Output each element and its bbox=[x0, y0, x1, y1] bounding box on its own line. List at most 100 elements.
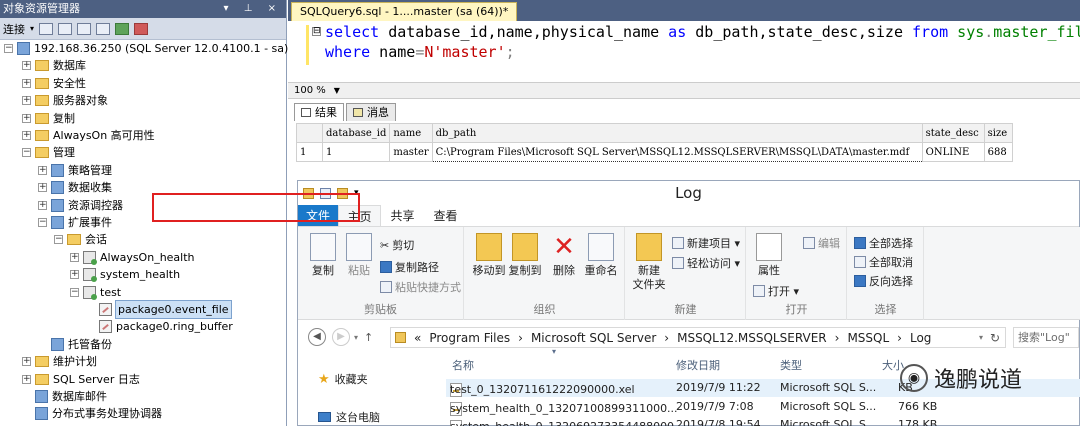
tree-node[interactable]: + SQL Server 日志 bbox=[22, 371, 140, 388]
expand-toggle-icon[interactable]: + bbox=[22, 357, 31, 367]
grid-cell[interactable]: master bbox=[389, 142, 433, 162]
sql-editor[interactable]: ⊟ select database_id,name,physical_name … bbox=[288, 21, 1080, 83]
expand-toggle-icon[interactable]: + bbox=[22, 96, 31, 106]
tree-node[interactable]: package0.ring_buffer bbox=[86, 318, 233, 335]
connect-engine-icon[interactable] bbox=[39, 22, 54, 35]
tree-node[interactable]: + 复制 bbox=[22, 110, 75, 127]
copy-to-button[interactable]: 复制到 bbox=[507, 233, 543, 278]
expand-toggle-icon[interactable]: + bbox=[22, 374, 31, 384]
breadcrumb[interactable]: « Program Files › Microsoft SQL Server › M… bbox=[390, 327, 1006, 348]
cut-button[interactable]: ✂ 剪切 bbox=[380, 237, 414, 253]
search-input[interactable]: 搜索"Log" bbox=[1013, 327, 1079, 348]
grid-column-header[interactable]: state_desc bbox=[921, 123, 985, 143]
open-button[interactable]: 打开 ▾ bbox=[753, 283, 799, 299]
disconnect-icon[interactable] bbox=[58, 22, 73, 35]
crumb-microsoft-sql-server[interactable]: Microsoft SQL Server bbox=[531, 331, 656, 345]
paste-button[interactable]: 粘贴 bbox=[342, 233, 376, 278]
grid-column-header[interactable]: database_id bbox=[321, 123, 391, 143]
expand-toggle-icon[interactable]: + bbox=[22, 113, 31, 123]
expand-toggle-icon[interactable]: + bbox=[70, 252, 79, 262]
tree-node[interactable]: + 数据库 bbox=[22, 57, 86, 74]
new-item-button[interactable]: 新建项目 ▾ bbox=[672, 235, 740, 251]
tab-share[interactable]: 共享 bbox=[381, 205, 424, 226]
refresh-icon[interactable] bbox=[115, 22, 130, 35]
grid-cell[interactable]: C:\Program Files\Microsoft SQL Server\MS… bbox=[431, 142, 923, 162]
crumb-mssql[interactable]: MSSQL bbox=[847, 331, 889, 345]
expand-toggle-icon[interactable]: + bbox=[38, 200, 47, 210]
refresh-icon[interactable]: ↻ bbox=[990, 331, 1000, 345]
crumb-program-files[interactable]: Program Files bbox=[429, 331, 510, 345]
expand-toggle-icon[interactable]: + bbox=[70, 270, 79, 280]
query-tab[interactable]: SQLQuery6.sql - 1....master (sa (64))* bbox=[291, 2, 518, 21]
tree-node[interactable]: + AlwaysOn_health bbox=[70, 249, 195, 266]
tree-node[interactable]: − test bbox=[70, 284, 121, 301]
connect-button[interactable]: 连接 bbox=[3, 21, 25, 37]
nav-this-pc[interactable]: 这台电脑 bbox=[318, 409, 380, 425]
edit-button[interactable]: 编辑 bbox=[803, 235, 840, 251]
rename-button[interactable]: 重命名 bbox=[581, 233, 621, 278]
copy-path-button[interactable]: 复制路径 bbox=[380, 259, 439, 275]
grid-cell[interactable]: 688 bbox=[983, 142, 1013, 162]
move-to-button[interactable]: 移动到 bbox=[471, 233, 507, 278]
crumb-mssql12[interactable]: MSSQL12.MSSQLSERVER bbox=[677, 331, 827, 345]
column-name[interactable]: 名称 bbox=[452, 357, 474, 373]
file-row[interactable]: system_health_0_13207100899311000... 2019… bbox=[446, 398, 1080, 416]
zoom-dropdown-icon[interactable]: ▼ bbox=[334, 83, 340, 99]
tree-node[interactable]: 分布式事务处理协调器 bbox=[22, 405, 162, 422]
grid-cell[interactable]: 1 bbox=[296, 142, 323, 162]
copy-button[interactable]: 复制 bbox=[306, 233, 340, 278]
tab-view[interactable]: 查看 bbox=[424, 205, 467, 226]
grid-cell[interactable]: ONLINE bbox=[921, 142, 985, 162]
tree-node[interactable]: − 192.168.36.250 (SQL Server 12.0.4100.1 … bbox=[4, 40, 288, 57]
select-none-button[interactable]: 全部取消 bbox=[854, 254, 913, 270]
expand-toggle-icon[interactable]: − bbox=[22, 148, 31, 158]
tree-node[interactable]: − 管理 bbox=[22, 144, 75, 161]
properties-button[interactable]: 属性 bbox=[751, 233, 787, 278]
grid-column-header[interactable]: name bbox=[389, 123, 433, 143]
tree-node[interactable]: + 安全性 bbox=[22, 75, 86, 92]
activity-monitor-icon[interactable] bbox=[134, 22, 149, 35]
tree-node[interactable]: + 维护计划 bbox=[22, 353, 97, 370]
expand-toggle-icon[interactable]: + bbox=[22, 61, 31, 71]
tree-node[interactable]: + AlwaysOn 高可用性 bbox=[22, 127, 155, 144]
back-button[interactable]: ◀ bbox=[308, 328, 326, 346]
grid-column-header[interactable] bbox=[296, 123, 323, 143]
tree-node[interactable]: − 扩展事件 bbox=[38, 214, 112, 231]
select-all-button[interactable]: 全部选择 bbox=[854, 235, 913, 251]
crumb-log[interactable]: Log bbox=[910, 331, 931, 345]
zoom-level[interactable]: 100 % bbox=[294, 85, 326, 96]
file-row[interactable]: system_health_0_132069273354488000...201… bbox=[446, 416, 1080, 426]
forward-button[interactable]: ▶ bbox=[332, 328, 350, 346]
grid-column-header[interactable]: size bbox=[983, 123, 1013, 143]
expand-toggle-icon[interactable]: − bbox=[70, 287, 79, 297]
expand-toggle-icon[interactable]: − bbox=[54, 235, 63, 245]
connect-dropdown-icon[interactable]: ▾ bbox=[30, 24, 34, 33]
stop-icon[interactable] bbox=[77, 22, 92, 35]
easy-access-button[interactable]: 轻松访问 ▾ bbox=[672, 255, 740, 271]
tree-node[interactable]: + 数据收集 bbox=[38, 179, 112, 196]
tab-messages[interactable]: 消息 bbox=[346, 103, 396, 121]
expand-toggle-icon[interactable]: + bbox=[22, 131, 31, 140]
expand-toggle-icon[interactable]: + bbox=[38, 165, 47, 175]
filter-icon[interactable] bbox=[96, 22, 111, 35]
recent-dropdown-icon[interactable]: ▾ bbox=[354, 333, 358, 342]
tree-node[interactable]: + 资源调控器 bbox=[38, 197, 123, 214]
expand-toggle-icon[interactable]: − bbox=[38, 218, 47, 227]
expand-toggle-icon[interactable]: − bbox=[4, 44, 13, 53]
tree-node[interactable]: + system_health bbox=[70, 266, 180, 283]
new-folder-button[interactable]: 新建 文件夹 bbox=[630, 233, 668, 292]
tree-node[interactable]: 数据库邮件 bbox=[22, 388, 107, 405]
delete-button[interactable]: ✕ 删除 bbox=[549, 233, 579, 278]
up-arrow-icon[interactable]: ↑ bbox=[364, 331, 373, 344]
panel-controls[interactable]: ▾ ⊥ × bbox=[224, 0, 282, 18]
address-dropdown-icon[interactable]: ▾ bbox=[979, 333, 983, 342]
paste-shortcut-button[interactable]: 粘贴快捷方式 bbox=[380, 279, 461, 295]
fold-toggle-icon[interactable]: ⊟ bbox=[312, 27, 321, 36]
column-type[interactable]: 类型 bbox=[780, 357, 802, 373]
tab-results[interactable]: 结果 bbox=[294, 103, 344, 121]
invert-selection-button[interactable]: 反向选择 bbox=[854, 273, 913, 289]
grid-cell[interactable]: 1 bbox=[321, 142, 391, 162]
grid-column-header[interactable]: db_path bbox=[431, 123, 923, 143]
tree-node[interactable]: 托管备份 bbox=[38, 336, 112, 353]
column-date[interactable]: 修改日期 bbox=[676, 357, 720, 373]
